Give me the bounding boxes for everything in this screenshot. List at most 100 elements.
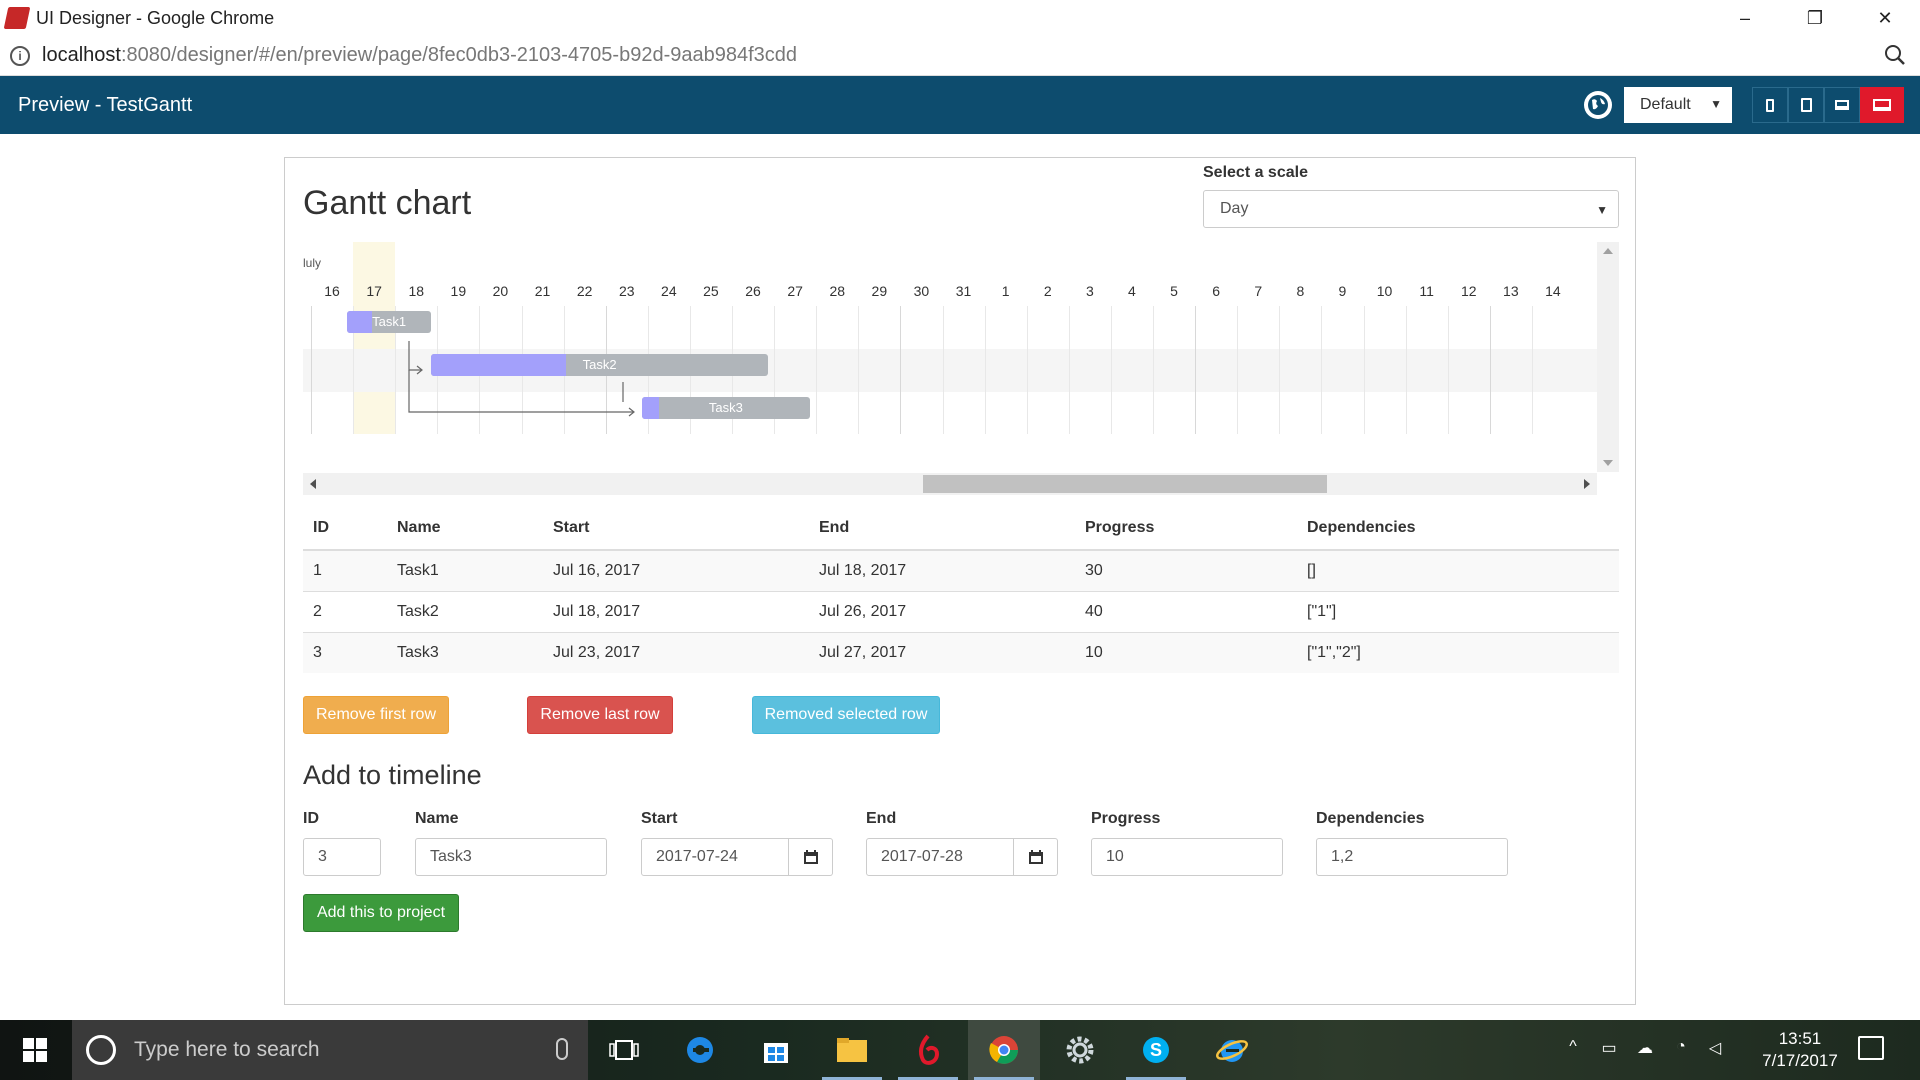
tasks-table: ID Name Start End Progress Dependencies … — [303, 506, 1619, 673]
cortana-icon[interactable] — [86, 1035, 116, 1065]
end-calendar-button[interactable] — [1014, 838, 1058, 876]
gantt-task-label: Task1 — [372, 314, 407, 329]
restore-button[interactable]: ❐ — [1780, 0, 1850, 36]
start-button[interactable] — [0, 1020, 70, 1080]
remove-first-row-button[interactable]: Remove first row — [303, 696, 449, 734]
minimize-button[interactable]: – — [1710, 0, 1780, 36]
microphone-icon[interactable] — [556, 1038, 568, 1060]
add-to-project-button[interactable]: Add this to project — [303, 894, 459, 932]
gantt-task-bar[interactable]: Task3 — [641, 397, 811, 419]
tablet-icon — [1800, 98, 1812, 112]
column-header: Name — [387, 506, 543, 551]
name-input[interactable]: Task3 — [415, 838, 607, 876]
id-label: ID — [303, 810, 319, 827]
edge-icon[interactable] — [664, 1020, 736, 1080]
browser-title-bar: UI Designer - Google Chrome – ❐ ✕ — [0, 0, 1920, 36]
address-bar[interactable]: i localhost:8080/designer/#/en/preview/p… — [0, 36, 1920, 76]
scroll-down-icon[interactable] — [1603, 460, 1613, 466]
action-center-icon[interactable] — [1858, 1036, 1884, 1060]
start-calendar-button[interactable] — [789, 838, 833, 876]
vertical-scrollbar[interactable] — [1597, 242, 1619, 472]
taskbar-clock[interactable]: 13:51 7/17/2017 — [1750, 1028, 1850, 1072]
tablet-device-button[interactable] — [1788, 87, 1824, 123]
column-header: End — [809, 506, 1075, 551]
volume-icon[interactable]: ◁ — [1704, 1038, 1726, 1060]
task-view-icon[interactable] — [588, 1020, 660, 1080]
window-title: UI Designer - Google Chrome — [36, 7, 275, 28]
end-label: End — [866, 810, 897, 827]
table-cell: ["1"] — [1297, 590, 1619, 632]
progress-input[interactable]: 10 — [1091, 838, 1283, 876]
svg-text:S: S — [1150, 1040, 1162, 1060]
onedrive-icon[interactable]: ☁ — [1634, 1038, 1656, 1060]
app-icon[interactable] — [892, 1020, 964, 1080]
scroll-thumb[interactable] — [923, 475, 1327, 493]
preview-navbar: Preview - TestGantt Default ▼ — [0, 76, 1920, 134]
caret-down-icon: ▼ — [1596, 203, 1608, 217]
end-date-input[interactable]: 2017-07-28 — [866, 838, 1014, 876]
file-explorer-icon[interactable] — [816, 1020, 888, 1080]
table-cell: [] — [1297, 549, 1619, 591]
settings-icon[interactable] — [1044, 1020, 1116, 1080]
skype-icon[interactable]: S — [1120, 1020, 1192, 1080]
remove-last-row-button[interactable]: Remove last row — [527, 696, 673, 734]
phone-icon — [1766, 98, 1774, 112]
table-row[interactable]: 2 Task2 Jul 18, 2017 Jul 26, 2017 40 ["1… — [303, 590, 1619, 632]
scroll-right-icon[interactable] — [1584, 479, 1590, 489]
scroll-up-icon[interactable] — [1603, 248, 1613, 254]
progress-label: Progress — [1091, 810, 1161, 827]
gantt-chart[interactable]: luly 16 17 18 19 20 21 22 23 24 25 26 27 28 29 30 31 1 2 3… — [303, 242, 1619, 472]
gantt-task-label: Task3 — [708, 400, 743, 415]
id-input[interactable]: 3 — [303, 838, 381, 876]
desktop-icon — [1873, 99, 1891, 111]
taskbar-search[interactable]: Type here to search — [72, 1020, 588, 1080]
scroll-left-icon[interactable] — [310, 479, 316, 489]
add-timeline-title: Add to timeline — [303, 760, 482, 790]
chrome-icon[interactable] — [968, 1020, 1040, 1080]
site-info-icon[interactable]: i — [10, 45, 30, 66]
gantt-card: Gantt chart Select a scale Day ▼ luly 16… — [284, 157, 1636, 1005]
store-icon[interactable] — [740, 1020, 812, 1080]
search-placeholder: Type here to search — [134, 1038, 320, 1061]
laptop-device-button[interactable] — [1824, 87, 1860, 123]
start-label: Start — [641, 810, 678, 827]
globe-icon — [1584, 91, 1612, 119]
wifi-icon[interactable]: ◔ — [1670, 1038, 1692, 1060]
dependencies-input[interactable]: 1,2 — [1316, 838, 1508, 876]
desktop-device-button[interactable] — [1860, 87, 1904, 123]
language-select[interactable]: Default ▼ — [1624, 87, 1732, 123]
horizontal-scrollbar[interactable] — [303, 473, 1597, 495]
table-cell: ["1","2"] — [1297, 631, 1619, 673]
table-cell: 1 — [303, 549, 387, 591]
ie-icon[interactable] — [1196, 1020, 1268, 1080]
windows-taskbar: Type here to search S ^ ▭ ☁ ◔ ◁ 13:51 7/… — [0, 1020, 1920, 1080]
table-cell: 40 — [1075, 590, 1297, 632]
phone-device-button[interactable] — [1752, 87, 1788, 123]
gantt-task-label: Task2 — [582, 357, 617, 372]
gantt-task-bar[interactable]: Task2 — [431, 354, 768, 376]
scale-select[interactable]: Day ▼ — [1203, 190, 1619, 228]
table-row[interactable]: 3 Task3 Jul 23, 2017 Jul 27, 2017 10 ["1… — [303, 631, 1619, 673]
gantt-title: Gantt chart — [303, 184, 472, 222]
name-label: Name — [415, 810, 459, 827]
table-cell: 2 — [303, 590, 387, 632]
scale-label: Select a scale — [1203, 164, 1308, 181]
url-text[interactable]: localhost:8080/designer/#/en/preview/pag… — [42, 44, 797, 67]
gantt-task-bar[interactable]: Task1 — [347, 311, 432, 333]
close-button[interactable]: ✕ — [1850, 0, 1920, 36]
table-row[interactable]: 1 Task1 Jul 16, 2017 Jul 18, 2017 30 [] — [303, 549, 1619, 591]
table-cell: Task3 — [387, 631, 543, 673]
table-cell: Jul 18, 2017 — [543, 590, 809, 632]
column-header: ID — [303, 506, 387, 551]
calendar-icon — [1028, 850, 1043, 864]
table-cell: Jul 16, 2017 — [543, 549, 809, 591]
app-logo-icon — [3, 7, 31, 29]
show-hidden-icons[interactable]: ^ — [1562, 1038, 1584, 1060]
battery-icon[interactable]: ▭ — [1598, 1038, 1620, 1060]
start-date-input[interactable]: 2017-07-24 — [641, 838, 789, 876]
windows-icon — [23, 1038, 47, 1062]
remove-selected-row-button[interactable]: Removed selected row — [752, 696, 940, 734]
zoom-icon[interactable] — [1884, 44, 1906, 66]
url-path: :8080/designer/#/en/preview/page/8fec0db… — [120, 44, 798, 66]
table-cell: Jul 18, 2017 — [809, 549, 1075, 591]
